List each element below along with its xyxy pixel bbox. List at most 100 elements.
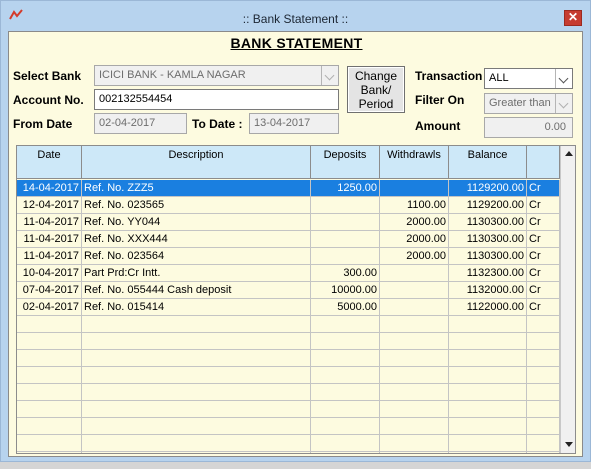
change-button-line-3: Period <box>358 97 394 111</box>
cell-dr-cr: Cr <box>527 214 560 231</box>
empty-table-row[interactable] <box>17 367 560 384</box>
cell-dr-cr: Cr <box>527 299 560 316</box>
cell-dr-cr <box>527 384 560 401</box>
column-header-description[interactable]: Description <box>82 146 311 179</box>
cell-withdrawls: 2000.00 <box>380 231 449 248</box>
to-date-label: To Date : <box>192 117 243 131</box>
column-header-balance[interactable]: Balance <box>449 146 527 179</box>
cell-dr-cr <box>527 401 560 418</box>
vertical-scrollbar[interactable] <box>560 146 575 453</box>
cell-description <box>82 350 311 367</box>
column-header-deposits[interactable]: Deposits <box>311 146 380 179</box>
cell-description <box>82 452 311 453</box>
cell-date <box>17 333 82 350</box>
table-row[interactable]: 02-04-2017 Ref. No. 015414 5000.00 1122000.… <box>17 299 560 316</box>
cell-deposits: 300.00 <box>311 265 380 282</box>
table-row[interactable]: 11-04-2017 Ref. No. YY044 2000.00 1130300.0… <box>17 214 560 231</box>
account-no-field[interactable]: 002132554454 <box>94 89 339 110</box>
cell-balance: 1130300.00 <box>449 248 527 265</box>
cell-description: Ref. No. ZZZ5 <box>82 180 311 197</box>
to-date-field[interactable]: 13-04-2017 <box>249 113 339 134</box>
column-header-dr-cr[interactable] <box>527 146 560 179</box>
select-bank-label: Select Bank <box>13 69 82 83</box>
transaction-dropdown[interactable]: ALL <box>484 68 573 89</box>
empty-table-row[interactable] <box>17 333 560 350</box>
table-row[interactable]: 14-04-2017 Ref. No. ZZZ5 1250.00 1129200.00… <box>17 180 560 197</box>
cell-dr-cr: Cr <box>527 248 560 265</box>
column-header-withdrawls[interactable]: Withdrawls <box>380 146 449 179</box>
cell-balance: 1129200.00 <box>449 197 527 214</box>
cell-balance <box>449 435 527 452</box>
transactions-grid: Date Description Deposits Withdrawls Balance… <box>16 145 576 454</box>
table-row[interactable]: 07-04-2017 Ref. No. 055444 Cash deposit 10… <box>17 282 560 299</box>
column-header-date[interactable]: Date <box>17 146 82 179</box>
cell-date <box>17 452 82 453</box>
cell-deposits <box>311 350 380 367</box>
window-title: :: Bank Statement :: <box>242 12 349 26</box>
cell-deposits <box>311 384 380 401</box>
cell-balance <box>449 333 527 350</box>
empty-table-row[interactable] <box>17 401 560 418</box>
select-bank-dropdown[interactable]: ICICI BANK - KAMLA NAGAR <box>94 65 339 86</box>
cell-withdrawls <box>380 316 449 333</box>
cell-withdrawls <box>380 418 449 435</box>
cell-dr-cr: Cr <box>527 180 560 197</box>
cell-description <box>82 333 311 350</box>
from-date-field[interactable]: 02-04-2017 <box>94 113 187 134</box>
cell-deposits <box>311 418 380 435</box>
cell-balance <box>449 384 527 401</box>
cell-date <box>17 367 82 384</box>
table-row[interactable]: 10-04-2017 Part Prd:Cr Intt. 300.00 1132300… <box>17 265 560 282</box>
empty-table-row[interactable] <box>17 435 560 452</box>
filter-on-dropdown[interactable]: Greater than <box>484 93 573 114</box>
change-bank-period-button[interactable]: Change Bank/ Period <box>347 66 405 113</box>
amount-label: Amount <box>415 119 461 133</box>
table-row[interactable]: 11-04-2017 Ref. No. XXX444 2000.00 1130300.… <box>17 231 560 248</box>
bottom-strip <box>0 462 591 469</box>
empty-table-row[interactable] <box>17 350 560 367</box>
cell-withdrawls <box>380 367 449 384</box>
filter-on-value: Greater than <box>489 97 551 109</box>
change-button-line-2: Bank/ <box>360 83 392 97</box>
cell-date: 11-04-2017 <box>17 231 82 248</box>
close-button[interactable]: ✕ <box>564 10 582 26</box>
table-row[interactable]: 12-04-2017 Ref. No. 023565 1100.00 1129200.… <box>17 197 560 214</box>
cell-date: 11-04-2017 <box>17 248 82 265</box>
empty-table-row[interactable] <box>17 384 560 401</box>
cell-balance: 1130300.00 <box>449 214 527 231</box>
empty-table-row[interactable] <box>17 418 560 435</box>
cell-balance: 1130300.00 <box>449 231 527 248</box>
cell-description <box>82 384 311 401</box>
chevron-down-icon <box>555 94 572 113</box>
arrow-up-icon <box>565 151 573 156</box>
cell-withdrawls <box>380 299 449 316</box>
scroll-up-button[interactable] <box>561 146 575 162</box>
cell-description: Ref. No. 055444 Cash deposit <box>82 282 311 299</box>
cell-balance: 1132300.00 <box>449 265 527 282</box>
cell-description <box>82 435 311 452</box>
cell-dr-cr: Cr <box>527 282 560 299</box>
amount-field[interactable]: 0.00 <box>484 117 573 138</box>
empty-table-row[interactable] <box>17 316 560 333</box>
cell-description: Ref. No. XXX444 <box>82 231 311 248</box>
cell-date <box>17 316 82 333</box>
cell-dr-cr: Cr <box>527 197 560 214</box>
cell-dr-cr <box>527 367 560 384</box>
cell-deposits <box>311 367 380 384</box>
cell-balance <box>449 452 527 453</box>
grid-header: Date Description Deposits Withdrawls Balance <box>17 146 560 179</box>
change-button-line-1: Change <box>354 69 398 83</box>
cell-description <box>82 401 311 418</box>
empty-table-row[interactable] <box>17 452 560 453</box>
filter-on-label: Filter On <box>415 93 465 107</box>
cell-dr-cr <box>527 452 560 453</box>
cell-deposits <box>311 333 380 350</box>
cell-dr-cr <box>527 316 560 333</box>
cell-date <box>17 350 82 367</box>
cell-description: Ref. No. 023565 <box>82 197 311 214</box>
cell-date: 07-04-2017 <box>17 282 82 299</box>
table-row[interactable]: 11-04-2017 Ref. No. 023564 2000.00 1130300.… <box>17 248 560 265</box>
account-no-label: Account No. <box>13 93 84 107</box>
cell-dr-cr <box>527 333 560 350</box>
scroll-down-button[interactable] <box>561 437 575 453</box>
